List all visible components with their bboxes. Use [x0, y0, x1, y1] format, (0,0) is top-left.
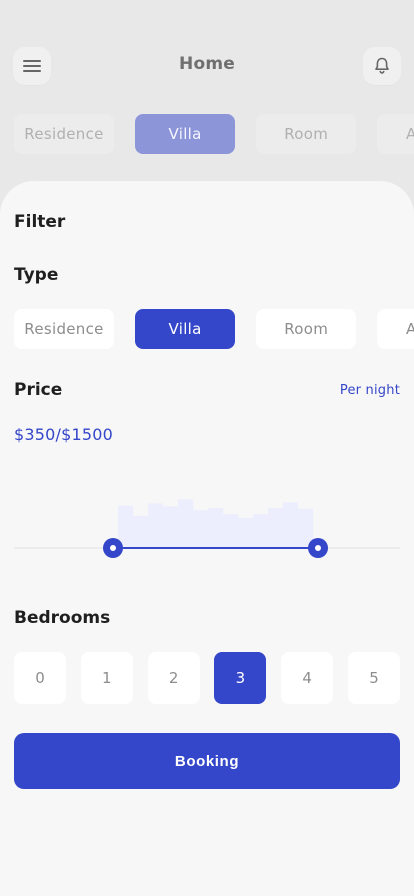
price-min-handle[interactable]	[103, 538, 123, 558]
bedroom-option-5[interactable]: 5	[347, 652, 400, 704]
price-max-handle[interactable]	[308, 538, 328, 558]
type-chip-villa[interactable]: Villa	[135, 309, 236, 349]
slider-handle-inner	[315, 545, 321, 551]
bedroom-options: 0 1 2 3 4 5	[14, 652, 400, 704]
histogram-bar	[208, 507, 224, 548]
price-title: Price	[14, 380, 63, 400]
notification-button[interactable]	[363, 47, 401, 85]
chip-room[interactable]: Room	[256, 114, 357, 154]
histogram-bar	[268, 507, 284, 548]
price-range-value: $350/$1500	[14, 425, 114, 444]
histogram-bar	[253, 514, 269, 548]
chip-apartment[interactable]: Apart	[377, 114, 414, 154]
type-chips: Residence Villa Room Apart	[14, 309, 414, 349]
type-chip-apartment[interactable]: Apart	[377, 309, 414, 349]
chip-residence[interactable]: Residence	[14, 114, 114, 154]
slider-handle-inner	[110, 545, 116, 551]
histogram-bar	[193, 510, 209, 548]
home-screen: Home Residence Villa Room Apart Filter T…	[0, 0, 414, 896]
bedroom-option-1[interactable]: 1	[80, 652, 133, 704]
type-chip-room[interactable]: Room	[256, 309, 357, 349]
histogram-bar	[148, 503, 164, 548]
chip-villa[interactable]: Villa	[135, 114, 236, 154]
histogram-bar	[223, 514, 239, 548]
filter-sheet: Filter Type Residence Villa Room Apart P…	[0, 181, 414, 896]
type-chip-residence[interactable]: Residence	[14, 309, 114, 349]
histogram-bar	[163, 506, 179, 548]
type-title: Type	[14, 265, 59, 285]
histogram-bar	[238, 517, 254, 548]
page-title: Home	[179, 54, 235, 74]
filter-title: Filter	[14, 212, 66, 232]
histogram-bar	[283, 502, 299, 548]
histogram-bar	[133, 515, 149, 548]
background-category-chips: Residence Villa Room Apart	[14, 114, 414, 154]
histogram-bar	[178, 499, 194, 548]
bedroom-option-3[interactable]: 3	[214, 652, 267, 704]
price-range-chart	[14, 499, 400, 558]
bell-icon	[374, 57, 390, 75]
bedroom-option-0[interactable]: 0	[14, 652, 66, 704]
price-unit: Per night	[339, 383, 400, 398]
booking-button[interactable]: Booking	[14, 733, 400, 789]
bedroom-option-4[interactable]: 4	[281, 652, 334, 704]
top-area: Home Residence Villa Room Apart	[0, 0, 414, 185]
bedroom-option-2[interactable]: 2	[147, 652, 200, 704]
bedrooms-title: Bedrooms	[14, 608, 111, 628]
